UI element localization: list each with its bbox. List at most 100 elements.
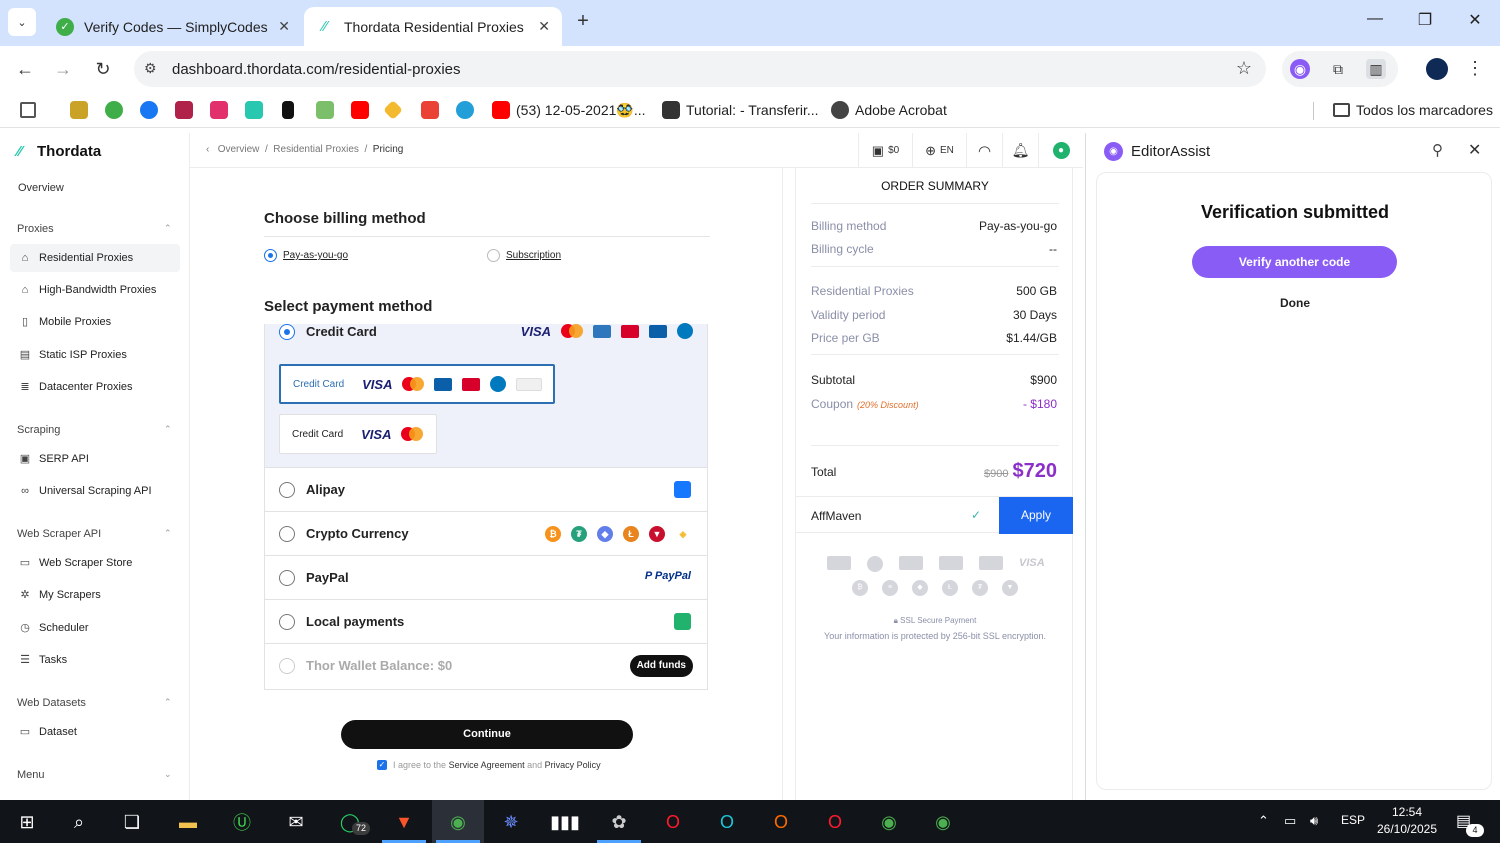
bookmark-adobe-acrobat[interactable]: Adobe Acrobat xyxy=(831,100,947,120)
opera-icon[interactable]: O xyxy=(821,808,849,836)
bookmark-icon[interactable] xyxy=(175,100,199,120)
sidebar-section-web-datasets[interactable]: Web Datasets xyxy=(17,697,86,709)
sidebar-section-menu[interactable]: Menu xyxy=(17,769,45,781)
bookmark-youtube-video[interactable]: (53) 12-05-2021🥸... xyxy=(492,100,646,120)
pay-as-you-go-label[interactable]: Pay-as-you-go xyxy=(283,250,348,261)
bookmark-tutorial[interactable]: Tutorial: - Transferir... xyxy=(662,100,819,120)
apply-coupon-button[interactable]: Apply xyxy=(999,497,1073,534)
system-clock[interactable]: 12:54 26/10/2025 xyxy=(1372,804,1442,838)
telegram-icon[interactable] xyxy=(456,100,480,120)
sidebar-item-tasks[interactable]: ☰ Tasks xyxy=(10,646,180,674)
payment-option-local[interactable]: Local payments xyxy=(265,600,707,644)
sidebar-item-my-scrapers[interactable]: ✲ My Scrapers xyxy=(10,581,180,609)
credit-card-option[interactable]: Credit Card VISA Credit Card VISA Credit… xyxy=(265,323,707,468)
breadcrumb-residential-proxies[interactable]: Residential Proxies xyxy=(273,144,359,155)
restore-icon[interactable]: ❐ xyxy=(1410,10,1440,30)
chevron-up-icon[interactable]: ⌃ xyxy=(164,424,172,435)
chevron-up-icon[interactable]: ⌃ xyxy=(164,223,172,234)
sidebar-item-universal-scraping-api[interactable]: ∞ Universal Scraping API xyxy=(10,477,180,505)
sidebar-item-web-scraper-store[interactable]: ▭ Web Scraper Store xyxy=(10,549,180,577)
opera-gx-icon[interactable]: O xyxy=(713,808,741,836)
start-icon[interactable]: ⊞ xyxy=(13,808,41,836)
breadcrumb-overview[interactable]: Overview xyxy=(218,144,260,155)
user-menu[interactable]: ● xyxy=(1038,133,1083,168)
verify-another-code-button[interactable]: Verify another code xyxy=(1192,246,1397,278)
instagram-icon[interactable] xyxy=(210,100,234,120)
bookmark-icon[interactable] xyxy=(105,100,129,120)
sidebar-section-proxies[interactable]: Proxies xyxy=(17,223,54,235)
brave-icon[interactable]: ▼ xyxy=(390,808,418,836)
bookmark-icon[interactable] xyxy=(70,100,94,120)
sidebar-item-datacenter-proxies[interactable]: ≣ Datacenter Proxies xyxy=(10,373,180,401)
tray-chevron-up-icon[interactable]: ⌃ xyxy=(1258,813,1269,829)
network-icon[interactable]: ▭ xyxy=(1284,813,1296,829)
saved-card[interactable]: Credit Card VISA xyxy=(279,414,437,454)
tab-search-button[interactable]: ⌄ xyxy=(8,8,36,36)
bookmark-icon[interactable] xyxy=(245,100,269,120)
radio-credit-card[interactable] xyxy=(279,324,295,340)
payment-option-alipay[interactable]: Alipay xyxy=(265,468,707,512)
chevron-left-icon[interactable]: ‹ xyxy=(206,144,209,155)
language-indicator[interactable]: ESP xyxy=(1341,813,1365,827)
chrome-profile-icon[interactable]: ◉ xyxy=(929,808,957,836)
extensions-puzzle-icon[interactable]: ⧉ xyxy=(1328,59,1348,79)
privacy-policy-link[interactable]: Privacy Policy xyxy=(545,760,601,770)
editorassist-extension-icon[interactable]: ◉ xyxy=(1290,59,1310,79)
audio-app-icon[interactable]: ▮▮▮ xyxy=(550,808,580,836)
close-tab-icon[interactable]: ✕ xyxy=(538,18,550,35)
gmail-icon[interactable] xyxy=(421,100,445,120)
tab-simplycodes[interactable]: ✓ Verify Codes — SimplyCodes ✕ xyxy=(44,7,302,46)
side-panel-icon[interactable]: ▥ xyxy=(1366,59,1386,79)
volume-icon[interactable]: 🔊︎ xyxy=(1310,813,1318,829)
bookmark-icon[interactable] xyxy=(282,100,300,120)
radio-local-payments[interactable] xyxy=(279,614,295,630)
address-bar[interactable]: ⚙ dashboard.thordata.com/residential-pro… xyxy=(134,51,1266,87)
sidebar-item-static-isp-proxies[interactable]: ▤ Static ISP Proxies xyxy=(10,341,180,369)
opera-icon[interactable]: O xyxy=(767,808,795,836)
done-button[interactable]: Done xyxy=(1097,296,1493,310)
chevron-up-icon[interactable]: ⌃ xyxy=(164,697,172,708)
bookmark-icon[interactable] xyxy=(316,100,340,120)
continue-button[interactable]: Continue xyxy=(341,720,633,749)
chevron-down-icon[interactable]: ⌄ xyxy=(164,769,172,780)
mail-icon[interactable]: ✉ xyxy=(282,808,310,836)
payment-option-paypal[interactable]: PayPal P PayPal xyxy=(265,556,707,600)
task-view-icon[interactable]: ❏ xyxy=(118,808,146,836)
sidebar-item-mobile-proxies[interactable]: ▯ Mobile Proxies xyxy=(10,308,180,336)
upwork-icon[interactable]: Ⓤ xyxy=(228,808,256,836)
app-icon[interactable]: ✵ xyxy=(497,808,525,836)
chrome-profile-icon[interactable]: ◉ xyxy=(875,808,903,836)
sidebar-item-serp-api[interactable]: ▣ SERP API xyxy=(10,445,180,473)
close-window-icon[interactable]: ✕ xyxy=(1460,10,1490,30)
thordata-logo[interactable]: ⁄⁄ Thordata xyxy=(17,143,101,160)
language-selector[interactable]: ⊕ EN xyxy=(912,133,966,168)
new-tab-button[interactable]: + xyxy=(572,10,594,32)
support-icon[interactable]: ◠ xyxy=(966,133,1002,168)
coupon-input[interactable]: AffMaven xyxy=(811,509,861,523)
sidebar-item-scheduler[interactable]: ◷ Scheduler xyxy=(10,614,180,642)
service-agreement-link[interactable]: Service Agreement xyxy=(449,760,525,770)
bell-icon[interactable]: 🔔︎ xyxy=(1002,133,1038,168)
app-icon[interactable]: ✿ xyxy=(605,808,633,836)
browser-menu-icon[interactable]: ⋮ xyxy=(1466,58,1484,79)
radio-crypto[interactable] xyxy=(279,526,295,542)
payment-option-crypto[interactable]: Crypto Currency ₿ ₮ ◆ Ł ▼ ◈ xyxy=(265,512,707,556)
radio-subscription[interactable] xyxy=(487,249,500,262)
close-panel-icon[interactable]: ✕ xyxy=(1468,140,1481,160)
back-icon[interactable]: ← xyxy=(12,56,38,82)
binance-icon[interactable] xyxy=(383,100,406,120)
radio-pay-as-you-go[interactable] xyxy=(264,249,277,262)
all-bookmarks[interactable]: Todos los marcadores xyxy=(1333,100,1493,120)
youtube-icon[interactable] xyxy=(351,100,375,120)
sidebar-section-scraping[interactable]: Scraping xyxy=(17,424,60,436)
saved-card-selected[interactable]: Credit Card VISA xyxy=(279,364,555,404)
wallet-balance[interactable]: ▣ $0 xyxy=(858,133,912,168)
search-icon[interactable]: ⌕ xyxy=(65,808,93,836)
sidebar-item-overview[interactable]: Overview xyxy=(18,182,64,194)
sidebar-item-high-bandwidth-proxies[interactable]: ⌂ High-Bandwidth Proxies xyxy=(10,276,180,304)
file-explorer-icon[interactable]: ▬ xyxy=(174,808,202,836)
profile-avatar[interactable] xyxy=(1426,58,1448,80)
url-text[interactable]: dashboard.thordata.com/residential-proxi… xyxy=(172,61,461,78)
agree-checkbox[interactable]: ✓ xyxy=(377,760,387,770)
sidebar-item-residential-proxies[interactable]: ⌂ Residential Proxies xyxy=(10,244,180,272)
